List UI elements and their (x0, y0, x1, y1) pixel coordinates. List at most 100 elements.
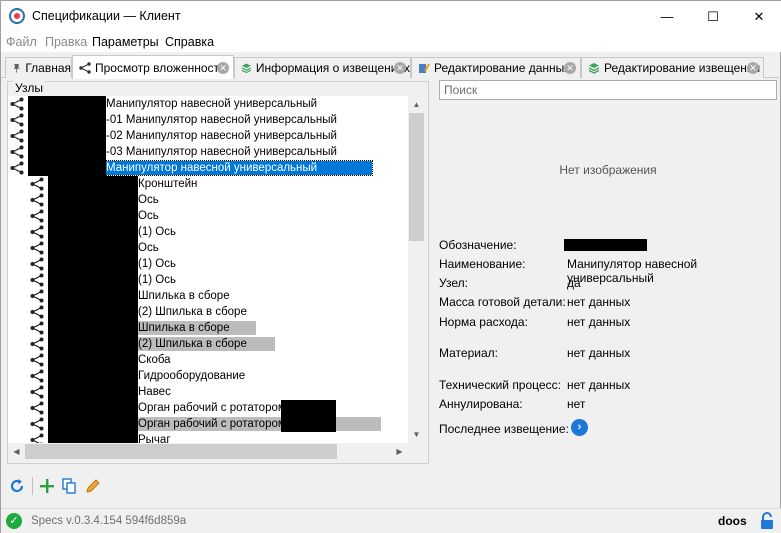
redacted-code (48, 416, 138, 432)
tree-node-icon (30, 225, 44, 239)
property-label: Узел: (439, 276, 468, 290)
tree-row[interactable]: Гидрооборудование (8, 368, 408, 384)
tree-row[interactable]: Шпилька в сборе (8, 288, 408, 304)
redacted-code (48, 400, 138, 416)
tree-node-icon (10, 145, 24, 159)
minimize-button[interactable]: — (644, 1, 690, 32)
tree-node-label: (1) Ось (138, 258, 176, 270)
add-icon (40, 479, 54, 493)
tree-row[interactable]: (1) Ось (8, 224, 408, 240)
property-value: Манипулятор навесной универсальный (567, 257, 698, 285)
scroll-corner (408, 443, 425, 460)
tree-row[interactable]: Навес (8, 384, 408, 400)
tree-row[interactable]: Манипулятор навесной универсальный (8, 96, 408, 112)
tree-row[interactable]: (1) Ось (8, 256, 408, 272)
redacted-code (28, 128, 106, 144)
toolbar-separator (32, 477, 33, 495)
property-value: нет данных (567, 346, 631, 360)
current-user[interactable]: doos (718, 514, 747, 528)
stack-icon (241, 63, 252, 74)
menu-bar: Файл Правка Параметры Справка (1, 32, 781, 52)
tab-close-icon[interactable]: ✕ (217, 61, 229, 74)
scroll-thumb[interactable] (25, 444, 337, 459)
tree-node-icon (30, 273, 44, 287)
redacted-code (48, 192, 138, 208)
tree-row[interactable]: Шпилька в сборе (8, 320, 408, 336)
maximize-button[interactable]: ☐ (690, 1, 736, 32)
tree-row[interactable]: Рычаг (8, 432, 408, 443)
window-title: Спецификации — Клиент (32, 9, 181, 23)
tree-row[interactable]: Орган рабочий с ротатором (8, 416, 408, 432)
tree-node-icon (10, 113, 24, 127)
scroll-left-icon[interactable]: ◀ (8, 443, 25, 460)
lock-icon[interactable] (759, 512, 775, 530)
tree-row[interactable]: Манипулятор навесной универсальный (8, 160, 408, 176)
tree-node-icon (30, 241, 44, 255)
copy-button[interactable] (59, 475, 79, 497)
menu-help[interactable]: Справка (165, 35, 214, 49)
tree-node-label: Гидрооборудование (138, 370, 246, 382)
last-notice-go-button[interactable]: › (571, 419, 588, 436)
tree-row[interactable]: Кронштейн (8, 176, 408, 192)
tab-notices-info[interactable]: Информация о извещениях ✕ (234, 57, 411, 78)
tree-row[interactable]: -03 Манипулятор навесной универсальный (8, 144, 408, 160)
tab-label: Редактирование извещения (604, 61, 761, 75)
tab-nesting-view[interactable]: Просмотр вложенности ✕ (72, 55, 234, 79)
tree-row[interactable]: Орган рабочий с ротатором (8, 400, 408, 416)
redacted-code (48, 272, 138, 288)
edit-data-icon (419, 63, 430, 73)
tree-row[interactable]: Скоба (8, 352, 408, 368)
tree-horizontal-scrollbar[interactable]: ◀ ▶ (8, 443, 408, 460)
property-label: Норма расхода: (439, 315, 528, 329)
tree-node-icon (30, 177, 44, 191)
refresh-button[interactable] (7, 475, 27, 497)
property-value: нет данных (567, 378, 631, 392)
tab-edit-data[interactable]: Редактирование данных ✕ (411, 57, 581, 78)
scroll-down-icon[interactable]: ▼ (408, 426, 425, 443)
scroll-thumb[interactable] (409, 113, 424, 241)
tree-row[interactable]: (2) Шпилька в сборе (8, 336, 408, 352)
close-button[interactable]: ✕ (736, 1, 781, 32)
property-label: Масса готовой детали: (439, 295, 566, 309)
tree-row[interactable]: Ось (8, 208, 408, 224)
tree-node-icon (30, 257, 44, 271)
redacted-code (48, 224, 138, 240)
tree-node-icon (30, 321, 44, 335)
copy-icon (62, 478, 76, 494)
add-button[interactable] (37, 475, 57, 497)
tree-node-icon (30, 193, 44, 207)
tree-node-label: -02 Манипулятор навесной универсальный (106, 130, 337, 142)
tab-label: Просмотр вложенности (95, 60, 226, 75)
redacted-code (48, 352, 138, 368)
tab-home[interactable]: Главная (5, 57, 72, 78)
tree-row[interactable]: (2) Шпилька в сборе (8, 304, 408, 320)
property-value: нет данных (567, 295, 631, 309)
tree-row[interactable]: Ось (8, 240, 408, 256)
search-input[interactable]: Поиск (439, 80, 777, 100)
menu-edit[interactable]: Правка (45, 35, 87, 49)
tree-row[interactable]: (1) Ось (8, 272, 408, 288)
tab-close-icon[interactable]: ✕ (564, 62, 576, 74)
redacted-code (28, 96, 106, 112)
redacted-code (48, 176, 138, 192)
tree-row[interactable]: Ось (8, 192, 408, 208)
tree-vertical-scrollbar[interactable]: ▲ ▼ (408, 96, 425, 443)
tree-row[interactable]: -01 Манипулятор навесной универсальный (8, 112, 408, 128)
tab-edit-notice[interactable]: Редактирование извещения ✕ (581, 57, 764, 78)
redacted-code (28, 112, 106, 128)
tab-close-icon[interactable]: ✕ (394, 62, 406, 74)
menu-file[interactable]: Файл (6, 35, 37, 49)
designation-redacted (564, 239, 647, 251)
tab-close-icon[interactable]: ✕ (747, 62, 759, 74)
tab-label: Главная (25, 61, 71, 75)
tree-row[interactable]: -02 Манипулятор навесной универсальный (8, 128, 408, 144)
redacted-code (48, 208, 138, 224)
scroll-up-icon[interactable]: ▲ (408, 96, 425, 113)
edit-button[interactable] (83, 475, 103, 497)
menu-parameters[interactable]: Параметры (92, 35, 159, 49)
status-ok-icon: ✓ (6, 513, 22, 529)
scroll-right-icon[interactable]: ▶ (391, 443, 408, 460)
nodes-tree[interactable]: Манипулятор навесной универсальный -01 Ма… (8, 96, 408, 443)
tree-node-icon (30, 305, 44, 319)
stack-icon (588, 63, 600, 74)
